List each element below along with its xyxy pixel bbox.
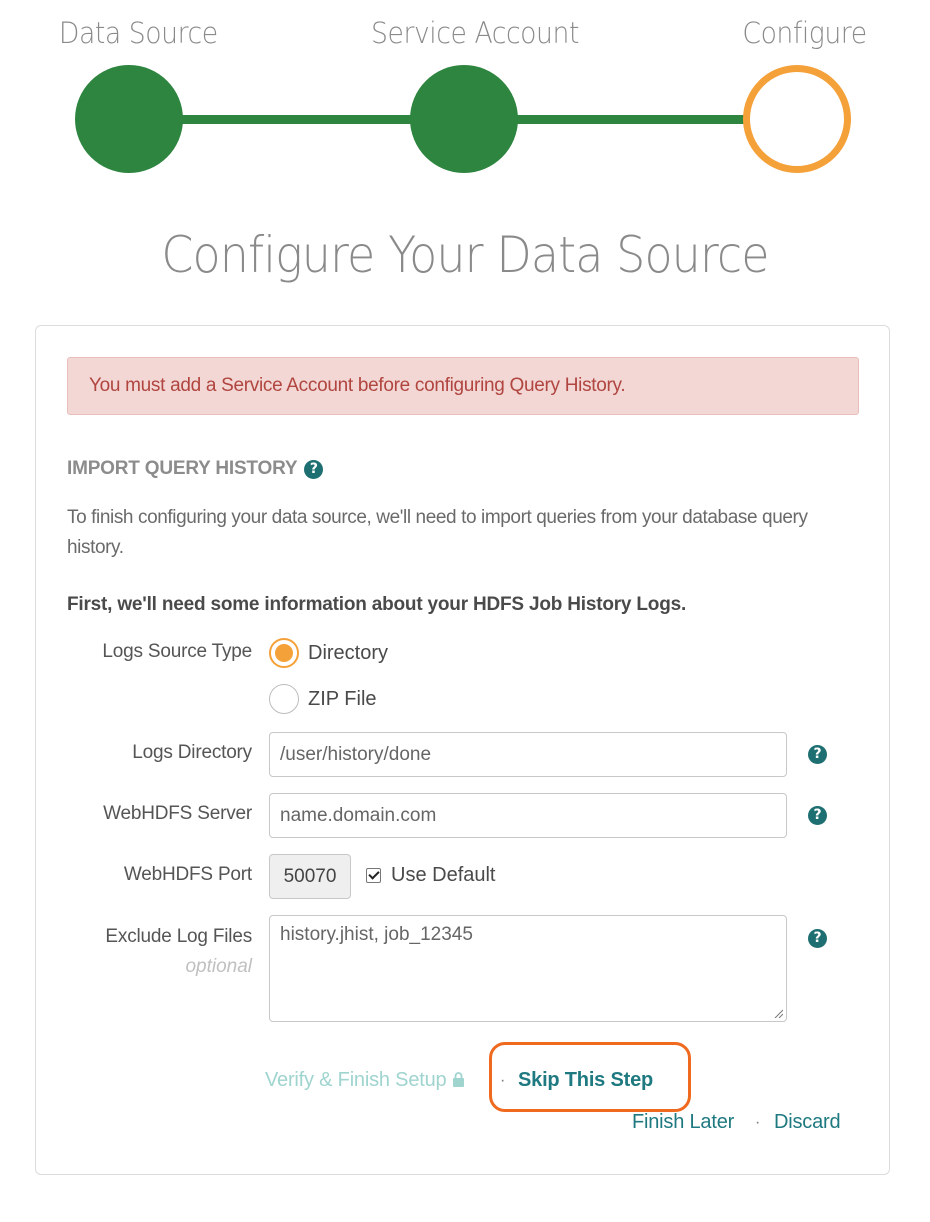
use-default-checkbox[interactable]: Use Default [366,864,496,887]
exclude-log-files-placeholder: history.jhist, job_12345 [280,924,473,945]
radio-button-selected[interactable] [269,638,299,668]
radio-directory-label: Directory [308,641,389,664]
configure-card: You must add a Service Account before co… [35,325,890,1175]
section-instruction: First, we'll need some information about… [67,594,687,615]
webhdfs-server-help-icon[interactable]: ? [808,806,827,825]
step-connector-2 [512,115,752,124]
question-circle-icon[interactable]: ? [304,459,324,479]
page-title: Configure Your Data Source [161,226,769,284]
radio-zip-file-label: ZIP File [308,687,377,710]
alert-text: You must add a Service Account before co… [89,375,626,396]
logs-directory-help-icon[interactable]: ? [808,745,827,764]
exclude-log-files-optional: optional [185,956,252,977]
step-circle-data-source[interactable] [75,65,183,173]
resize-grip-icon[interactable] [773,1008,783,1018]
verify-finish-setup-button[interactable]: Verify & Finish Setup [265,1069,465,1092]
discard-link[interactable]: Discard [774,1111,841,1134]
finish-later-link[interactable]: Finish Later [632,1111,734,1134]
section-title: IMPORT QUERY HISTORY [67,458,298,479]
checkbox-checked[interactable] [366,868,381,883]
webhdfs-port-label: WebHDFS Port [123,864,252,885]
step-label-configure: Configure [742,16,867,50]
webhdfs-server-input[interactable]: name.domain.com [269,793,787,838]
radio-directory[interactable]: Directory [269,638,388,668]
step-circle-service-account[interactable] [410,65,518,173]
use-default-label: Use Default [391,864,496,886]
exclude-log-files-help-icon[interactable]: ? [808,929,827,948]
verify-finish-setup-label: Verify & Finish Setup [265,1069,447,1091]
section-intro: To finish configuring your data source, … [67,507,808,558]
logs-source-type-label: Logs Source Type [102,641,252,662]
radio-zip-file[interactable]: ZIP File [269,684,377,714]
logs-directory-label: Logs Directory [132,742,252,763]
exclude-log-files-textarea[interactable]: history.jhist, job_12345 [269,915,787,1022]
step-circle-configure [743,65,851,173]
footer-separator-2: · [755,1114,761,1131]
step-connector-1 [175,115,420,124]
skip-step-highlight [489,1042,691,1112]
radio-button[interactable] [269,684,299,714]
section-heading: IMPORT QUERY HISTORY ? [67,458,324,480]
step-label-service-account: Service Account [371,16,579,50]
logs-directory-input[interactable]: /user/history/done [269,732,787,777]
lock-icon [452,1072,464,1087]
error-alert: You must add a Service Account before co… [67,357,859,415]
webhdfs-port-input[interactable]: 50070 [269,854,351,899]
webhdfs-server-label: WebHDFS Server [103,803,252,824]
exclude-log-files-label: Exclude Log Files [105,926,252,947]
step-label-data-source: Data Source [58,16,218,50]
